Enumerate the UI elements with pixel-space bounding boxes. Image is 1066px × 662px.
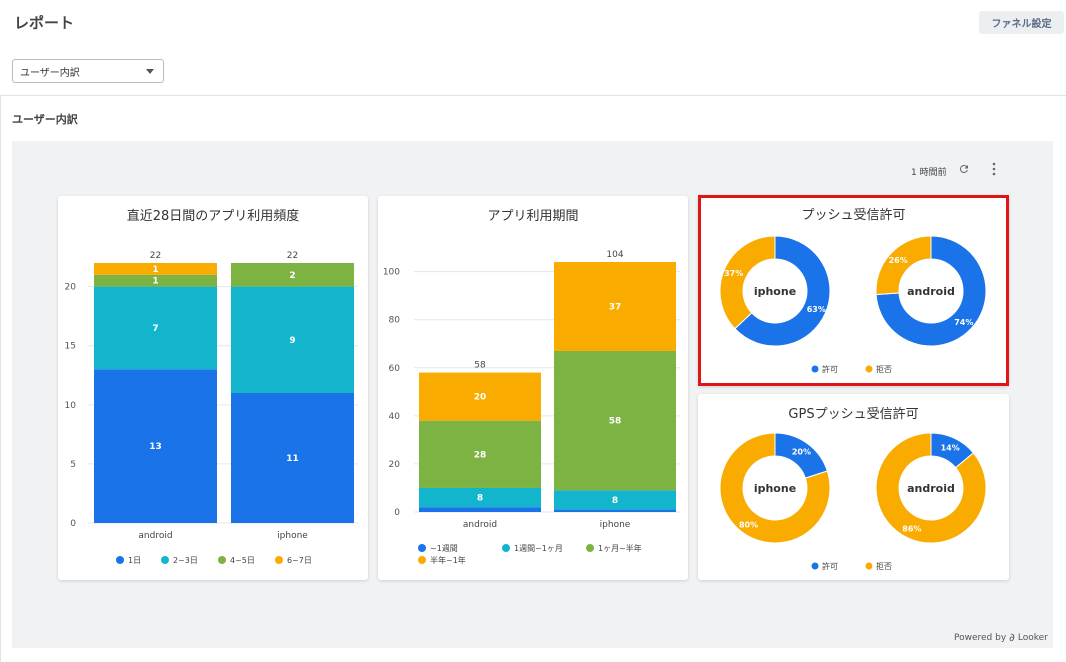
pie-slice [719, 235, 776, 330]
slice-label: 37% [724, 269, 743, 278]
bar-segment [419, 507, 541, 512]
data-label: 9 [289, 336, 295, 346]
legend-dot [275, 556, 283, 564]
y-tick-label: 20 [389, 460, 401, 470]
legend-dot [586, 544, 594, 552]
legend-dot [865, 365, 873, 373]
data-label: 28 [474, 450, 487, 460]
funnel-settings-button[interactable]: ファネル設定 [979, 11, 1064, 34]
total-label: 22 [287, 251, 298, 261]
legend-dot [502, 544, 510, 552]
y-tick-label: 15 [65, 342, 76, 352]
legend-dot [811, 365, 819, 373]
y-tick-label: 40 [389, 412, 401, 422]
slice-label: 80% [739, 520, 758, 529]
refresh-icon[interactable] [958, 163, 970, 175]
x-tick-label: iphone [600, 520, 631, 530]
y-tick-label: 60 [389, 364, 401, 374]
legend-label: 1週間~1ヶ月 [514, 544, 563, 553]
legend-dot [116, 556, 124, 564]
usage-frequency-card: 直近28日間のアプリ利用頻度 0 5 10 15 20 13 7 1 1 22 android 11 9… [58, 196, 368, 580]
x-tick-label: android [138, 531, 172, 541]
data-label: 8 [612, 496, 618, 506]
x-tick-label: android [463, 520, 497, 530]
slice-label: 26% [889, 256, 908, 265]
legend-dot [865, 562, 873, 570]
legend-label: 半年~1年 [430, 555, 466, 565]
gps-push-permission-chart: 20% 80% iphone 14% 86% android 許可 拒否 [719, 432, 987, 571]
x-tick-label: iphone [277, 531, 308, 541]
data-label: 1 [152, 277, 158, 287]
pie-center-label: iphone [754, 285, 796, 298]
legend-label: 2~3日 [173, 556, 198, 565]
legend-label: 4~5日 [230, 556, 255, 565]
report-type-select-value: ユーザー内訳 [20, 67, 80, 79]
y-tick-label: 0 [70, 519, 76, 529]
usage-period-card: アプリ利用期間 0 20 40 60 80 100 8 28 20 58 android 8 58 37 1… [378, 196, 688, 580]
gps-push-permission-card: GPSプッシュ受信許可 20% 80% iphone 14% 86% android 許可拒… [698, 394, 1009, 580]
usage-period-chart: 0 20 40 60 80 100 8 28 20 58 android 8 58 37 104 iphone… [383, 250, 680, 565]
looker-brand-text: Looker [1017, 632, 1048, 643]
legend-label: 6~7日 [287, 556, 312, 565]
data-label: 8 [477, 494, 483, 504]
pie-center-label: android [907, 482, 955, 495]
y-tick-label: 0 [394, 508, 400, 518]
report-type-select[interactable]: ユーザー内訳 [12, 59, 164, 83]
legend-label: ~1週間 [430, 544, 458, 553]
slice-label: 14% [941, 443, 960, 452]
data-label: 7 [152, 324, 158, 334]
legend-label: 1日 [128, 556, 141, 565]
slice-label: 20% [792, 448, 811, 457]
usage-frequency-chart: 051015201371122android119222iphone1日 2~3日… [65, 251, 358, 565]
push-permission-chart: 63% 37% iphone 74% 26% android 許可 拒否 [719, 235, 987, 374]
y-tick-label: 20 [65, 283, 77, 293]
y-tick-label: 80 [389, 316, 401, 326]
y-tick-label: 100 [383, 268, 400, 278]
slice-label: 86% [902, 525, 921, 534]
pie-center-label: android [907, 285, 955, 298]
data-label: 1 [152, 265, 158, 275]
legend-label: 許可 [822, 561, 838, 571]
legend-dot [418, 544, 426, 552]
data-label: 11 [286, 454, 299, 464]
legend-label: 許可 [822, 364, 838, 374]
legend-label: 拒否 [876, 364, 892, 374]
data-label: 37 [609, 302, 622, 312]
more-vert-icon[interactable] [990, 162, 998, 176]
divider-vertical [0, 95, 1, 662]
bar-segment [554, 509, 676, 512]
chevron-down-icon [146, 69, 154, 74]
legend-label: 1ヶ月~半年 [598, 543, 642, 553]
legend-dot [418, 556, 426, 564]
total-label: 58 [474, 361, 486, 371]
last-updated-text: 1 時間前 [911, 168, 947, 178]
powered-by-looker: Powered by ∂ Looker [954, 631, 1048, 644]
dashboard-embed: 1 時間前 直近28日間のアプリ利用頻度 0 5 10 15 20 13 7 1 1 22 andr… [12, 141, 1053, 648]
y-tick-label: 10 [65, 401, 77, 411]
data-label: 13 [149, 442, 162, 452]
total-label: 104 [606, 250, 623, 260]
data-label: 20 [474, 393, 487, 403]
legend-label: 拒否 [876, 561, 892, 571]
total-label: 22 [150, 251, 161, 261]
pie-center-label: iphone [754, 482, 796, 495]
legend-dot [161, 556, 169, 564]
slice-label: 63% [807, 305, 826, 314]
legend-dot [218, 556, 226, 564]
powered-by-text: Powered by [954, 632, 1007, 643]
looker-logo-icon: ∂ [1009, 631, 1015, 644]
data-label: 58 [609, 417, 622, 427]
legend-dot [811, 562, 819, 570]
divider [0, 95, 1066, 96]
page-title: レポート [14, 14, 75, 32]
section-title: ユーザー内訳 [12, 113, 78, 126]
y-tick-label: 5 [70, 460, 76, 470]
data-label: 2 [289, 271, 295, 281]
slice-label: 74% [954, 318, 973, 327]
push-permission-card: プッシュ受信許可 63% 37% iphone 74% 26% android 許可 拒否 [698, 195, 1009, 386]
